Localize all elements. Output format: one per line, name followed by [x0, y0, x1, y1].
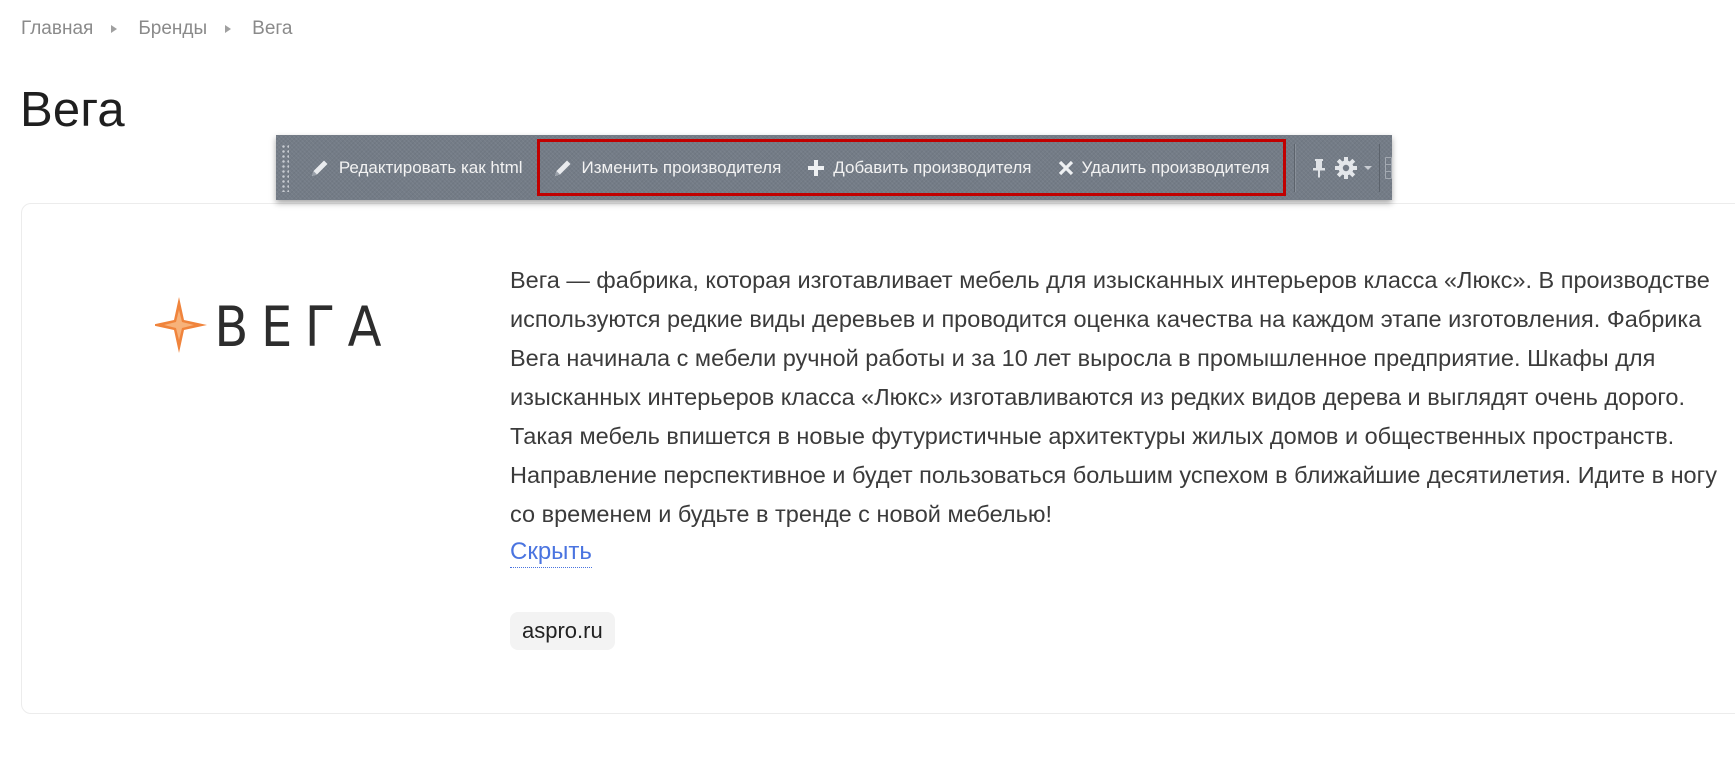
breadcrumb: Главная Бренды Вега [21, 18, 293, 40]
toolbar-divider [1378, 143, 1380, 192]
breadcrumb-separator-icon [225, 25, 232, 33]
edit-as-html-button[interactable]: Редактировать как html [303, 148, 529, 188]
edit-brand-label: Изменить производителя [581, 157, 782, 177]
breadcrumb-separator-icon [111, 25, 118, 33]
brand-logo: ВЕГА [151, 290, 385, 360]
close-icon [1058, 160, 1073, 175]
breadcrumb-item-home[interactable]: Главная [21, 18, 93, 40]
plus-icon [808, 159, 825, 176]
add-brand-label: Добавить производителя [833, 157, 1032, 177]
toolbar-resize-handle[interactable] [1385, 156, 1392, 179]
brand-site-link[interactable]: aspro.ru [510, 612, 615, 650]
pencil-icon [554, 160, 571, 176]
toolbar-divider [1294, 143, 1296, 192]
add-brand-button[interactable]: Добавить производителя [801, 148, 1037, 188]
edit-brand-button[interactable]: Изменить производителя [546, 148, 788, 188]
logo-wordmark: ВЕГА [214, 296, 385, 360]
pin-button[interactable] [1307, 148, 1330, 188]
admin-toolbar: Редактировать как html Изменить производ… [276, 135, 1392, 200]
pencil-icon [311, 160, 328, 176]
brand-description: Вега — фабрика, которая изготавливает ме… [510, 267, 1717, 527]
delete-brand-button[interactable]: Удалить производителя [1052, 148, 1276, 188]
toolbar-drag-handle[interactable] [281, 143, 289, 192]
pin-icon [1312, 158, 1325, 177]
highlighted-brand-actions: Изменить производителя Добавить производ… [536, 139, 1287, 196]
delete-brand-label: Удалить производителя [1081, 157, 1270, 177]
gear-icon [1334, 156, 1357, 179]
settings-menu-button[interactable] [1331, 148, 1375, 188]
edit-as-html-label: Редактировать как html [338, 157, 523, 177]
breadcrumb-item-brands[interactable]: Бренды [138, 18, 207, 40]
hide-link[interactable]: Скрыть [510, 537, 592, 568]
breadcrumb-item-current: Вега [252, 18, 293, 39]
page-title: Вега [20, 83, 125, 137]
chevron-down-icon [1363, 165, 1372, 170]
